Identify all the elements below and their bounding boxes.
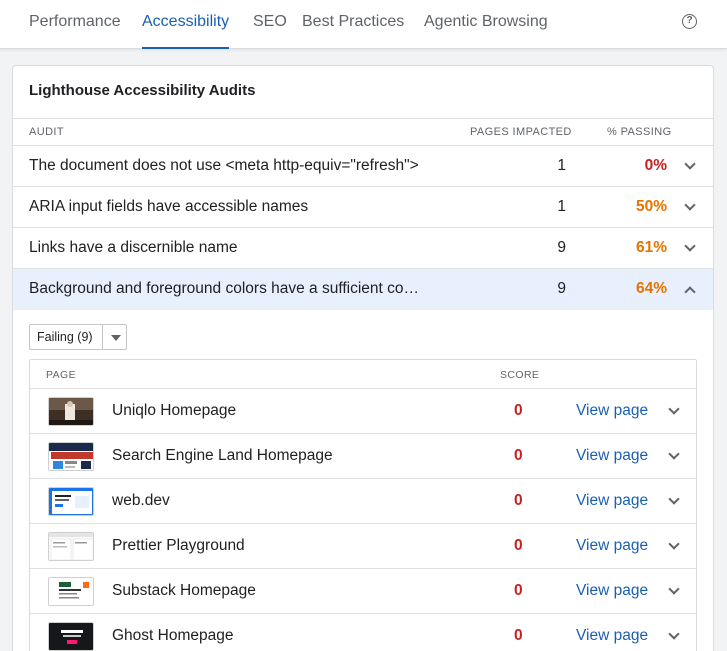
column-audit: AUDIT xyxy=(29,126,64,138)
audit-pages-impacted: 9 xyxy=(557,239,566,256)
table-row[interactable]: Uniqlo Homepage 0 View page xyxy=(30,389,696,434)
page-name: Prettier Playground xyxy=(112,537,245,554)
page-name: Substack Homepage xyxy=(112,582,256,599)
audit-pages-impacted: 9 xyxy=(557,280,566,297)
page-score: 0 xyxy=(514,627,523,644)
column-percent-passing: % PASSING xyxy=(607,126,672,138)
tab-performance[interactable]: Performance xyxy=(29,0,121,49)
chevron-down-icon[interactable] xyxy=(668,448,680,460)
table-row[interactable]: Substack Homepage 0 View page xyxy=(30,569,696,614)
page-name: Ghost Homepage xyxy=(112,627,234,644)
table-row[interactable]: Prettier Playground 0 View page xyxy=(30,524,696,569)
failing-filter-dropdown[interactable]: Failing (9) xyxy=(29,324,127,350)
view-page-link[interactable]: View page xyxy=(576,492,648,510)
audit-row-aria-input-names[interactable]: ARIA input fields have accessible names … xyxy=(13,187,713,228)
page-name: Search Engine Land Homepage xyxy=(112,447,333,464)
filter-divider xyxy=(102,325,103,349)
filter-label: Failing (9) xyxy=(37,330,93,344)
column-page: PAGE xyxy=(46,369,76,381)
audit-name: Background and foreground colors have a … xyxy=(29,280,420,297)
card-title: Lighthouse Accessibility Audits xyxy=(29,82,256,99)
audit-name: ARIA input fields have accessible names xyxy=(29,198,309,215)
audits-table-header: AUDIT PAGES IMPACTED % PASSING xyxy=(13,118,713,146)
chevron-down-icon[interactable] xyxy=(668,628,680,640)
audit-name: The document does not use <meta http-equ… xyxy=(29,157,419,174)
audit-percent-passing: 64% xyxy=(635,280,667,297)
chevron-down-icon[interactable] xyxy=(668,493,680,505)
page-score: 0 xyxy=(514,582,523,599)
view-page-link[interactable]: View page xyxy=(576,582,648,600)
page-thumbnail xyxy=(48,442,94,471)
audit-row-link-names[interactable]: Links have a discernible name 9 61% xyxy=(13,228,713,269)
audit-percent-passing: 0% xyxy=(644,157,667,174)
page-name: Uniqlo Homepage xyxy=(112,402,237,419)
chevron-down-icon[interactable] xyxy=(668,538,680,550)
chevron-down-icon[interactable] xyxy=(684,240,696,252)
failing-pages-table: PAGE SCORE Uniqlo Homepage 0 View page S… xyxy=(29,359,697,651)
tab-bar: Performance Accessibility SEO Best Pract… xyxy=(0,0,727,49)
table-row[interactable]: Search Engine Land Homepage 0 View page xyxy=(30,434,696,479)
chevron-up-icon[interactable] xyxy=(684,286,696,298)
chevron-down-icon[interactable] xyxy=(684,158,696,170)
page-score: 0 xyxy=(514,402,523,419)
page-score: 0 xyxy=(514,492,523,509)
page-score: 0 xyxy=(514,447,523,464)
page-name: web.dev xyxy=(112,492,170,509)
page-thumbnail xyxy=(48,532,94,561)
view-page-link[interactable]: View page xyxy=(576,447,648,465)
page-thumbnail xyxy=(48,577,94,606)
audit-pages-impacted: 1 xyxy=(557,198,566,215)
help-circle-icon[interactable]: ? xyxy=(682,14,697,29)
audit-name: Links have a discernible name xyxy=(29,239,238,256)
audit-row-color-contrast[interactable]: Background and foreground colors have a … xyxy=(13,269,713,310)
pages-table-header: PAGE SCORE xyxy=(30,360,696,389)
audit-percent-passing: 61% xyxy=(635,239,667,256)
page-thumbnail xyxy=(48,622,94,651)
chevron-down-icon[interactable] xyxy=(668,403,680,415)
tab-best-practices[interactable]: Best Practices xyxy=(302,0,404,49)
page-score: 0 xyxy=(514,537,523,554)
view-page-link[interactable]: View page xyxy=(576,627,648,645)
tab-seo[interactable]: SEO xyxy=(253,0,287,49)
table-row[interactable]: web.dev 0 View page xyxy=(30,479,696,524)
column-pages-impacted: PAGES IMPACTED xyxy=(470,126,572,138)
page-thumbnail xyxy=(48,487,94,516)
audit-pages-impacted: 1 xyxy=(557,157,566,174)
view-page-link[interactable]: View page xyxy=(576,537,648,555)
view-page-link[interactable]: View page xyxy=(576,402,648,420)
chevron-down-icon[interactable] xyxy=(684,199,696,211)
audit-percent-passing: 50% xyxy=(635,198,667,215)
chevron-down-icon[interactable] xyxy=(668,583,680,595)
table-row[interactable]: Ghost Homepage 0 View page xyxy=(30,614,696,651)
accessibility-audits-card: Lighthouse Accessibility Audits AUDIT PA… xyxy=(12,65,714,651)
caret-down-icon[interactable] xyxy=(111,335,121,341)
tab-agentic-browsing[interactable]: Agentic Browsing xyxy=(424,0,548,49)
tab-accessibility[interactable]: Accessibility xyxy=(142,0,230,49)
page-thumbnail xyxy=(48,397,94,426)
column-score: SCORE xyxy=(500,369,540,381)
audit-row-meta-refresh[interactable]: The document does not use <meta http-equ… xyxy=(13,146,713,187)
